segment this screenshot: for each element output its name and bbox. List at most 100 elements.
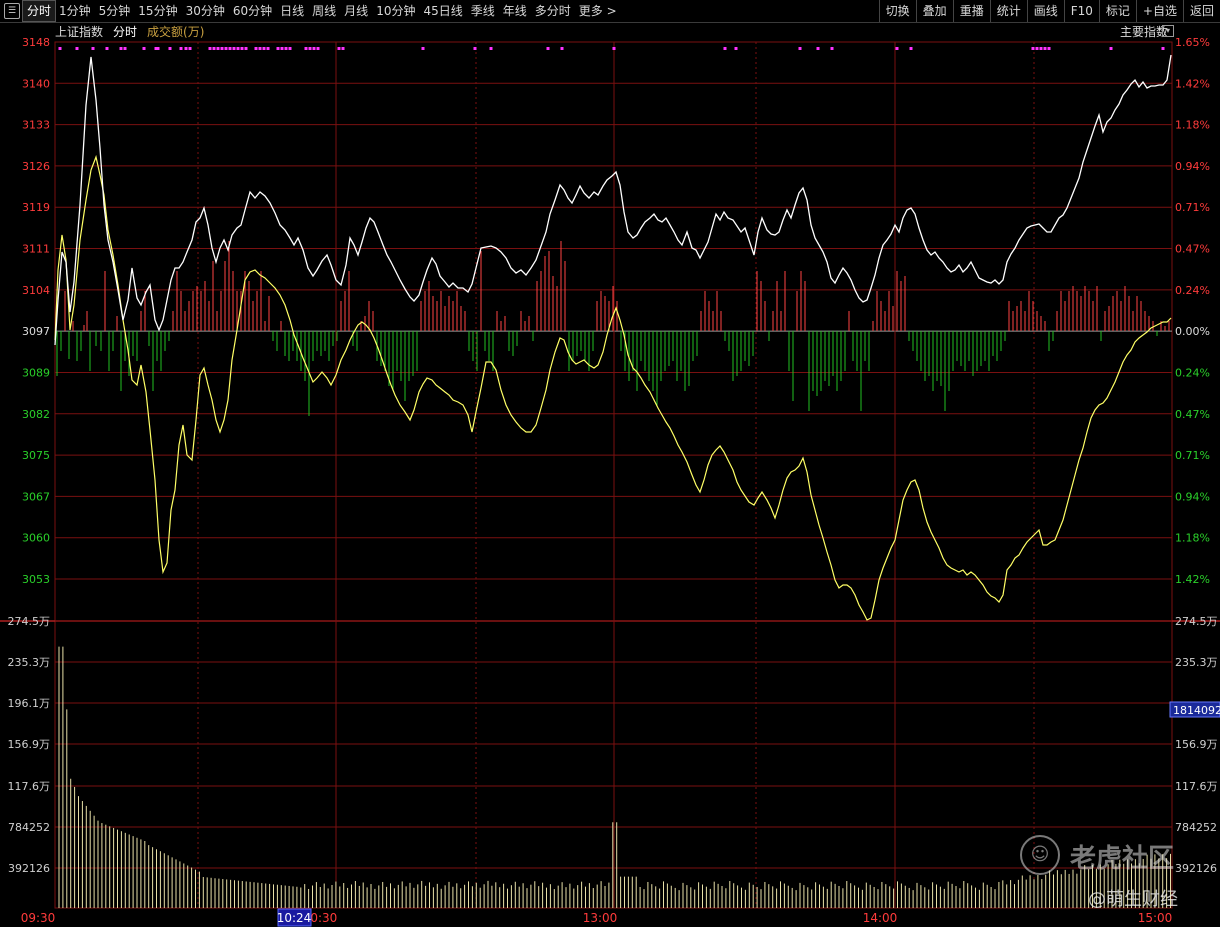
- percent-tick-label: 1.65%: [1175, 36, 1210, 49]
- time-tick-label: 13:00: [583, 911, 618, 925]
- signal-marker: [142, 47, 146, 50]
- signal-marker: [280, 47, 284, 50]
- volume-tick-label: 156.9万: [8, 738, 51, 751]
- signal-marker: [341, 47, 345, 50]
- time-tick-label: 09:30: [21, 911, 56, 925]
- signal-marker: [830, 47, 834, 50]
- signal-marker: [179, 47, 183, 50]
- percent-tick-label: 0.47%: [1175, 243, 1210, 256]
- tiger-logo-icon: ☺: [1020, 835, 1060, 875]
- percent-tick-label: 0.94%: [1175, 490, 1210, 503]
- signal-marker: [308, 47, 312, 50]
- time-tick-label: 15:00: [1138, 911, 1173, 925]
- volume-tick-label: 392126: [8, 862, 50, 875]
- signal-marker: [1161, 47, 1165, 50]
- signal-marker: [276, 47, 280, 50]
- volume-bars: [58, 646, 1171, 908]
- signal-marker: [184, 47, 188, 50]
- volume-tick-label-right: 274.5万: [1175, 615, 1218, 628]
- signal-marker: [119, 47, 123, 50]
- percent-tick-label: 1.18%: [1175, 119, 1210, 132]
- signal-marker: [258, 47, 262, 50]
- price-tick-label: 3067: [22, 490, 50, 503]
- price-tick-label: 3097: [22, 325, 50, 338]
- signal-markers: [58, 47, 1165, 50]
- signal-marker: [91, 47, 95, 50]
- percent-tick-label: 0.24%: [1175, 366, 1210, 379]
- signal-marker: [337, 47, 341, 50]
- signal-marker: [232, 47, 236, 50]
- price-tick-label: 3148: [22, 36, 50, 49]
- percent-tick-label: 1.18%: [1175, 532, 1210, 545]
- signal-marker: [228, 47, 232, 50]
- price-tick-label: 3082: [22, 408, 50, 421]
- percent-tick-label: 0.94%: [1175, 160, 1210, 173]
- signal-marker: [895, 47, 899, 50]
- signal-marker: [473, 47, 477, 50]
- signal-marker: [123, 47, 127, 50]
- signal-marker: [560, 47, 564, 50]
- signal-marker: [612, 47, 616, 50]
- signal-marker: [489, 47, 493, 50]
- signal-marker: [224, 47, 228, 50]
- percent-tick-label: 0.47%: [1175, 408, 1210, 421]
- watermark-brand: 老虎社区: [1070, 844, 1175, 874]
- signal-marker: [58, 47, 62, 50]
- volume-tick-label-right: 784252: [1175, 821, 1217, 834]
- signal-marker: [240, 47, 244, 50]
- volume-tick-label-right: 392126: [1175, 862, 1217, 875]
- price-tick-label: 3140: [22, 77, 50, 90]
- signal-marker: [304, 47, 308, 50]
- signal-marker: [798, 47, 802, 50]
- volume-tick-label: 784252: [8, 821, 50, 834]
- time-cursor-label: 10:24: [277, 911, 312, 925]
- percent-tick-label: 0.71%: [1175, 449, 1210, 462]
- chart-grid: [0, 41, 1220, 909]
- signal-marker: [208, 47, 212, 50]
- signal-marker: [168, 47, 172, 50]
- percent-tick-label: 0.24%: [1175, 284, 1210, 297]
- signal-marker: [105, 47, 109, 50]
- intraday-chart[interactable]: 3148 1.65% 3140 1.42% 3133 1.18% 3126 0.94% 3119…: [0, 0, 1220, 927]
- percent-tick-label: 1.42%: [1175, 77, 1210, 90]
- signal-marker: [1031, 47, 1035, 50]
- signal-marker: [236, 47, 240, 50]
- price-tick-label: 3111: [22, 243, 50, 256]
- volume-tick-label: 196.1万: [8, 697, 51, 710]
- signal-marker: [1043, 47, 1047, 50]
- signal-marker: [188, 47, 192, 50]
- signal-marker: [254, 47, 258, 50]
- volume-tick-label-right: 117.6万: [1175, 780, 1218, 793]
- signal-marker: [1039, 47, 1043, 50]
- signal-marker: [1047, 47, 1051, 50]
- signal-marker: [220, 47, 224, 50]
- fund-flow-bars: [56, 241, 1170, 416]
- current-volume-value: 1814092: [1173, 704, 1220, 717]
- signal-marker: [316, 47, 320, 50]
- signal-marker: [421, 47, 425, 50]
- price-tick-label: 3104: [22, 284, 50, 297]
- price-tick-label: 3060: [22, 532, 50, 545]
- signal-marker: [546, 47, 550, 50]
- signal-marker: [244, 47, 248, 50]
- signal-marker: [266, 47, 270, 50]
- volume-tick-label: 274.5万: [8, 615, 51, 628]
- signal-marker: [284, 47, 288, 50]
- percent-tick-label: 0.00%: [1175, 325, 1210, 338]
- signal-marker: [288, 47, 292, 50]
- volume-tick-label: 117.6万: [8, 780, 51, 793]
- signal-marker: [1035, 47, 1039, 50]
- price-tick-label: 3075: [22, 449, 50, 462]
- price-tick-label: 3053: [22, 573, 50, 586]
- signal-marker: [212, 47, 216, 50]
- signal-marker: [1109, 47, 1113, 50]
- average-price-line: [54, 154, 1172, 621]
- volume-tick-label: 235.3万: [8, 656, 51, 669]
- percent-tick-label: 0.71%: [1175, 201, 1210, 214]
- percent-tick-label: 1.42%: [1175, 573, 1210, 586]
- volume-tick-label-right: 235.3万: [1175, 656, 1218, 669]
- price-tick-label: 3133: [22, 119, 50, 132]
- price-tick-label: 3089: [22, 366, 50, 379]
- signal-marker: [216, 47, 220, 50]
- price-tick-label: 3126: [22, 160, 50, 173]
